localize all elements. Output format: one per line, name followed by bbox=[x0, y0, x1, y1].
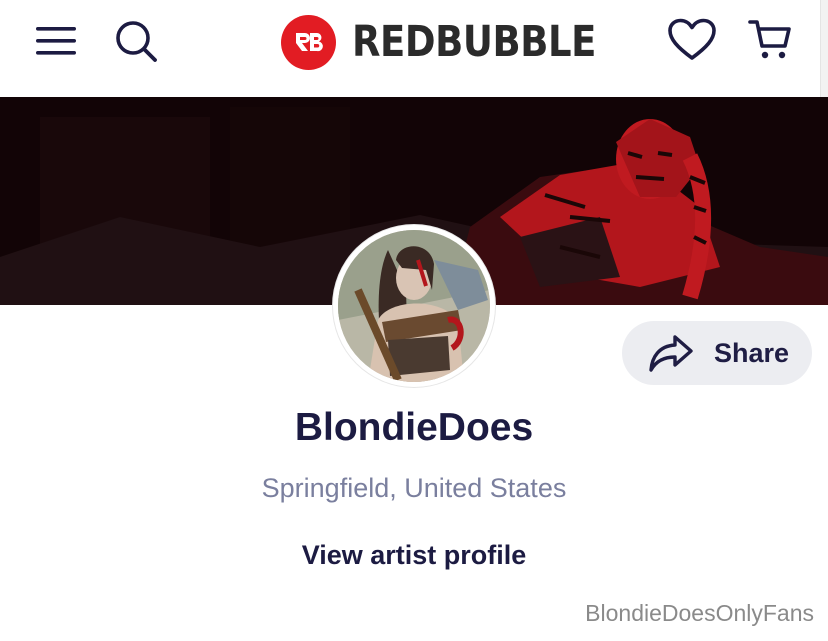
view-artist-profile-link[interactable]: View artist profile bbox=[0, 540, 828, 571]
cart-icon bbox=[748, 20, 791, 59]
artist-avatar[interactable] bbox=[333, 225, 495, 387]
menu-icon bbox=[36, 27, 76, 55]
share-arrow-icon bbox=[649, 335, 693, 372]
watermark-text: BlondieDoesOnlyFans bbox=[585, 600, 814, 626]
scrollbar[interactable] bbox=[820, 0, 828, 97]
heart-icon bbox=[668, 18, 716, 60]
brand-name: REDBUBBLE bbox=[352, 17, 596, 67]
share-label: Share bbox=[714, 337, 790, 368]
artist-name: BlondieDoes bbox=[294, 406, 534, 449]
cart-button[interactable] bbox=[744, 14, 796, 66]
favorites-button[interactable] bbox=[664, 14, 720, 66]
search-icon bbox=[116, 21, 157, 62]
artist-location: Springfield, United States bbox=[261, 473, 567, 503]
redbubble-logo-mark bbox=[281, 14, 336, 70]
redbubble-logo[interactable]: REDBUBBLE bbox=[281, 14, 636, 70]
share-button[interactable]: Share bbox=[622, 321, 812, 385]
menu-button[interactable] bbox=[30, 18, 82, 64]
search-button[interactable] bbox=[110, 16, 162, 66]
site-header: REDBUBBLE bbox=[0, 0, 820, 97]
